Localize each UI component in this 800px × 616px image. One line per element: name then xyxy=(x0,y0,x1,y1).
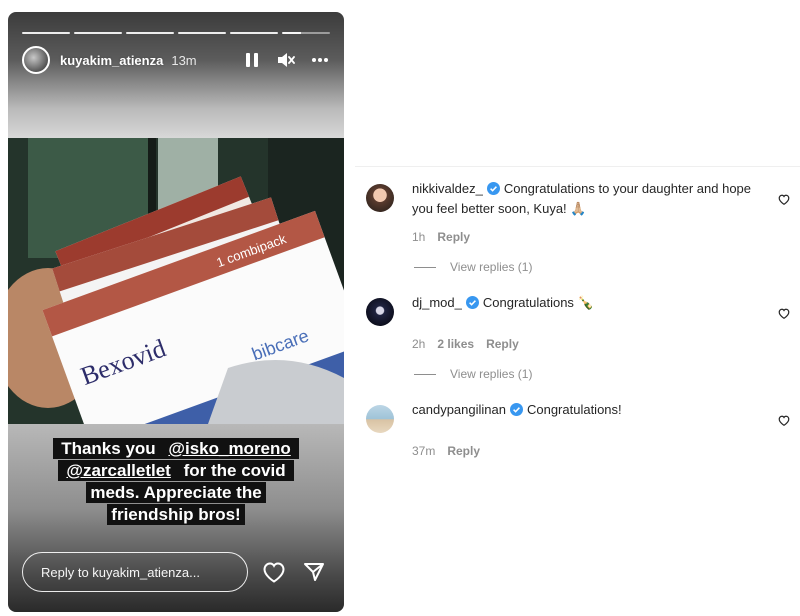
caption-text: meds. Appreciate the xyxy=(86,482,266,503)
reply-input[interactable] xyxy=(22,552,248,592)
reply-button[interactable]: Reply xyxy=(437,230,470,244)
comment-item: nikkivaldez_ Congratulations to your daug… xyxy=(366,180,790,274)
story-photo: Bexovid 1 combipack bibcare xyxy=(8,138,344,424)
comment-likes[interactable]: 2 likes xyxy=(437,337,474,351)
comment-username[interactable]: nikkivaldez_ xyxy=(412,181,483,196)
caption-line: meds. Appreciate the xyxy=(8,482,344,504)
caption-line: @zarcalletlet for the covid xyxy=(8,460,344,482)
view-replies-label: View replies (1) xyxy=(450,367,533,381)
reply-actions xyxy=(262,560,330,584)
comment-text: Congratulations 🍾 xyxy=(482,295,594,310)
comment-item: dj_mod_ Congratulations 🍾 2h 2 likes Repl… xyxy=(366,294,790,381)
verified-badge-icon xyxy=(465,296,479,314)
reply-button[interactable]: Reply xyxy=(486,337,519,351)
reply-bar xyxy=(22,552,330,592)
comments-list: nikkivaldez_ Congratulations to your daug… xyxy=(366,180,790,458)
caption-text: friendship bros! xyxy=(107,504,245,525)
comment-body: dj_mod_ Congratulations 🍾 xyxy=(412,294,764,314)
progress-segment xyxy=(22,32,70,34)
comment-meta: 2h 2 likes Reply xyxy=(412,337,790,351)
reply-button[interactable]: Reply xyxy=(447,444,480,458)
comment-time: 2h xyxy=(412,337,426,351)
comment-meta: 37m Reply xyxy=(412,444,790,458)
progress-segment xyxy=(230,32,278,34)
comment-item: candypangilinan Congratulations! 37m Repl… xyxy=(366,401,790,458)
comment-body: candypangilinan Congratulations! xyxy=(412,401,764,421)
progress-segment xyxy=(126,32,174,34)
verified-badge-icon xyxy=(486,182,500,200)
story-viewer: kuyakim_atienza 13m Bexovid 1 combipack … xyxy=(8,12,344,612)
avatar[interactable] xyxy=(366,405,394,433)
avatar[interactable] xyxy=(366,298,394,326)
pause-icon[interactable] xyxy=(242,50,262,70)
mention-link[interactable]: @zarcalletlet xyxy=(62,460,175,481)
comment-username[interactable]: dj_mod_ xyxy=(412,295,462,310)
progress-segment xyxy=(74,32,122,34)
caption-line: friendship bros! xyxy=(8,504,344,526)
comment-text: Congratulations! xyxy=(526,402,622,417)
story-header: kuyakim_atienza 13m xyxy=(22,44,330,76)
avatar[interactable] xyxy=(22,46,50,74)
caption-text: for the covid xyxy=(174,460,290,481)
mute-icon[interactable] xyxy=(276,50,296,70)
comment-body: nikkivaldez_ Congratulations to your daug… xyxy=(412,180,764,218)
story-controls xyxy=(242,50,330,70)
mention-link[interactable]: @isko_moreno xyxy=(164,438,295,459)
story-progress-bar xyxy=(22,32,330,34)
caption-text: Thanks you xyxy=(57,438,165,459)
story-time: 13m xyxy=(171,52,197,68)
heart-icon[interactable] xyxy=(262,560,286,584)
comment-time: 1h xyxy=(412,230,426,244)
view-replies-button[interactable]: View replies (1) xyxy=(414,367,790,381)
comment-meta: 1h Reply xyxy=(412,230,790,244)
view-replies-button[interactable]: View replies (1) xyxy=(414,260,790,274)
comment-time: 37m xyxy=(412,444,436,458)
send-icon[interactable] xyxy=(302,560,326,584)
progress-segment xyxy=(178,32,226,34)
avatar[interactable] xyxy=(366,184,394,212)
divider-line xyxy=(414,373,436,375)
divider-line xyxy=(414,266,436,268)
progress-segment-current xyxy=(282,32,330,34)
story-username[interactable]: kuyakim_atienza xyxy=(60,53,163,68)
comment-username[interactable]: candypangilinan xyxy=(412,402,506,417)
more-icon[interactable] xyxy=(310,50,330,70)
caption-line: Thanks you @isko_moreno xyxy=(8,438,344,460)
comment-like-heart-icon[interactable] xyxy=(778,306,790,324)
view-replies-label: View replies (1) xyxy=(450,260,533,274)
comment-like-heart-icon[interactable] xyxy=(778,192,790,210)
comments-divider xyxy=(355,166,800,167)
story-caption: Thanks you @isko_moreno @zarcalletlet fo… xyxy=(8,438,344,526)
verified-badge-icon xyxy=(509,403,523,421)
comment-like-heart-icon[interactable] xyxy=(778,413,790,431)
